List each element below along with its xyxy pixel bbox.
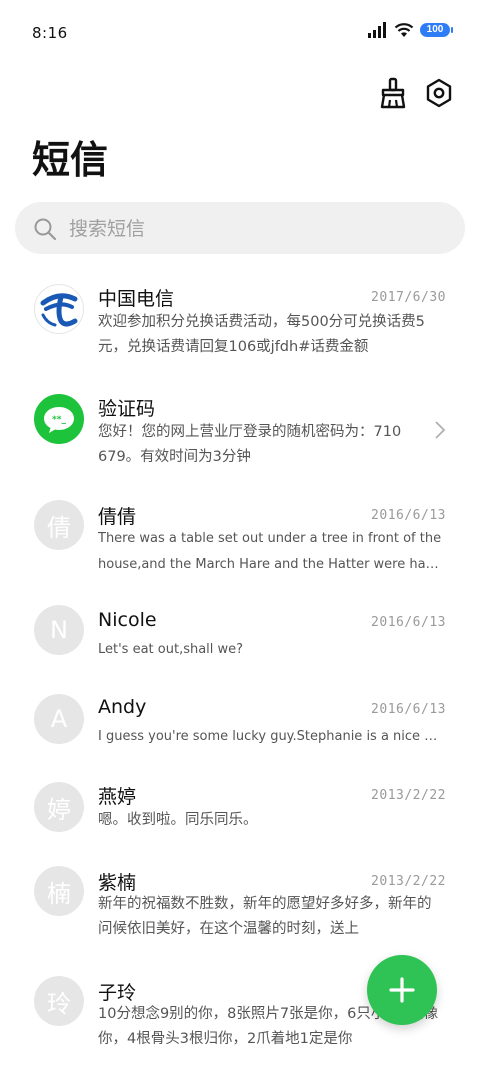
message-preview: 嗯。收到啦。同乐同乐。 — [98, 812, 258, 828]
avatar: 倩 — [34, 500, 84, 550]
message-sender: 倩倩 — [98, 506, 137, 528]
settings-hexagon-icon — [426, 78, 452, 108]
avatar-initial: 玲 — [47, 989, 71, 1018]
chevron-right-icon — [435, 421, 446, 439]
clean-button[interactable] — [378, 76, 408, 110]
message-preview: 欢迎参加积分兑换话费活动，每500分可兑换话费5元，兑换话费请回复106或jfd… — [98, 314, 425, 355]
message-preview: Let's eat out,shall we? — [98, 642, 244, 657]
message-sender: 紫楠 — [98, 872, 137, 894]
avatar-initial: N — [50, 616, 68, 644]
avatar-initial: 楠 — [47, 879, 71, 908]
message-date: 2013/2/22 — [371, 874, 446, 889]
list-item[interactable]: **_ 验证码 您好！您的网上营业厅登录的随机密码为：710679。有效时间为3… — [0, 380, 480, 480]
list-item[interactable]: N Nicole 2016/6/13 Let's eat out,shall w… — [0, 605, 480, 675]
avatar-initial: 倩 — [47, 513, 71, 542]
svg-text:**_: **_ — [52, 415, 66, 425]
message-sender: 中国电信 — [98, 288, 175, 310]
message-date: 2016/6/13 — [371, 508, 446, 523]
message-date: 2013/2/22 — [371, 788, 446, 803]
message-preview: 新年的祝福数不胜数，新年的愿望好多好多，新年的问候依旧美好，在这个温馨的时刻，送… — [98, 896, 432, 937]
message-sender: 子玲 — [98, 982, 137, 1004]
search-icon — [34, 218, 57, 241]
list-item[interactable]: 楠 紫楠 2013/2/22 新年的祝福数不胜数，新年的愿望好多好多，新年的问候… — [0, 864, 480, 964]
search-input[interactable] — [67, 210, 451, 248]
header-actions — [378, 76, 454, 110]
list-item[interactable]: 中国电信 2017/6/30 欢迎参加积分兑换话费活动，每500分可兑换话费5元… — [0, 270, 480, 370]
message-sender: 验证码 — [98, 398, 156, 420]
message-date: 2016/6/13 — [371, 702, 446, 717]
signal-icon — [368, 22, 386, 38]
message-bubble-icon: **_ — [34, 394, 84, 444]
avatar: N — [34, 605, 84, 655]
message-preview: I guess you're some lucky guy.Stephanie … — [98, 729, 443, 744]
avatar: A — [34, 694, 84, 744]
message-preview: There was a table set out under a tree i… — [98, 531, 442, 572]
status-icons: 100 — [368, 22, 453, 38]
wifi-icon — [394, 23, 414, 37]
status-time: 8:16 — [32, 24, 68, 42]
avatar: 玲 — [34, 976, 84, 1026]
avatar: 婷 — [34, 782, 84, 832]
broom-icon — [380, 77, 406, 109]
message-preview: 您好！您的网上营业厅登录的随机密码为：710679。有效时间为3分钟 — [98, 424, 402, 465]
plus-icon — [389, 977, 415, 1003]
status-bar: 8:16 100 — [0, 0, 480, 66]
page-title: 短信 — [32, 138, 109, 182]
message-sender: 燕婷 — [98, 786, 137, 808]
china-telecom-logo-icon — [34, 284, 84, 334]
message-sender: Nicole — [98, 609, 157, 631]
list-item[interactable]: 倩 倩倩 2016/6/13 There was a table set out… — [0, 490, 480, 590]
list-item[interactable]: A Andy 2016/6/13 I guess you're some luc… — [0, 690, 480, 760]
battery-indicator: 100 — [420, 23, 453, 37]
search-bar[interactable] — [15, 202, 465, 254]
battery-level: 100 — [426, 24, 444, 35]
avatar-initial: 婷 — [47, 795, 71, 824]
list-item[interactable]: 婷 燕婷 2013/2/22 嗯。收到啦。同乐同乐。 — [0, 778, 480, 848]
settings-button[interactable] — [424, 76, 454, 110]
new-message-button[interactable] — [367, 955, 437, 1025]
avatar-initial: A — [50, 705, 68, 733]
avatar: 楠 — [34, 866, 84, 916]
message-date: 2017/6/30 — [371, 290, 446, 305]
message-date: 2016/6/13 — [371, 615, 446, 630]
message-sender: Andy — [98, 696, 147, 718]
